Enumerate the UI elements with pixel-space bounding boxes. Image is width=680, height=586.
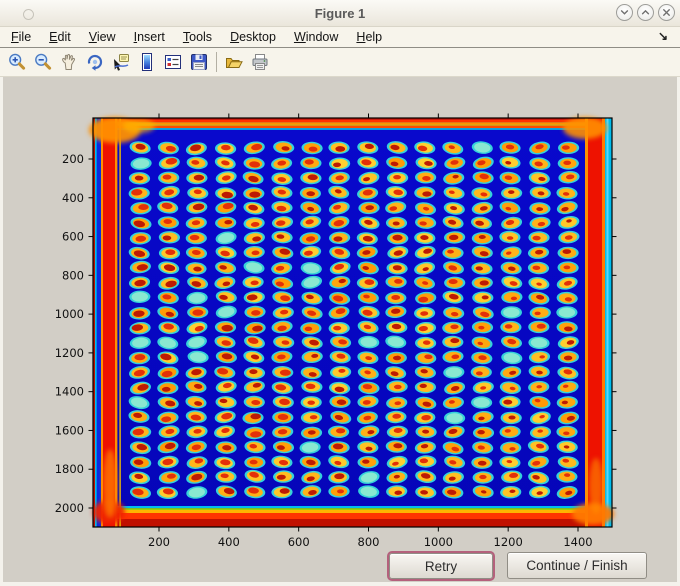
colorbar-icon <box>137 52 157 72</box>
y-axis-labels: 200 400 600 800 1000 1200 1400 1600 1800 2000 <box>55 152 84 515</box>
svg-text:600: 600 <box>288 535 310 549</box>
menu-view[interactable]: View <box>80 28 125 47</box>
svg-text:800: 800 <box>62 268 84 282</box>
continue-finish-button[interactable]: Continue / Finish <box>507 552 647 579</box>
svg-text:600: 600 <box>62 230 84 244</box>
x-axis-labels: 200 400 600 800 1000 1200 1400 <box>148 535 593 549</box>
print-button[interactable] <box>249 52 270 73</box>
svg-text:200: 200 <box>62 152 84 166</box>
shade-button[interactable] <box>616 4 633 21</box>
svg-text:200: 200 <box>148 535 170 549</box>
window-title: Figure 1 <box>314 5 366 21</box>
titlebar[interactable]: Figure 1 <box>0 0 680 27</box>
legend-button[interactable] <box>162 52 183 73</box>
window-icon <box>23 9 34 20</box>
colorbar-button[interactable] <box>136 52 157 73</box>
zoom-in-icon <box>7 52 27 72</box>
svg-text:1000: 1000 <box>424 535 453 549</box>
menu-insert[interactable]: Insert <box>125 28 174 47</box>
open-folder-icon <box>224 52 244 72</box>
save-button[interactable] <box>188 52 209 73</box>
legend-icon <box>163 52 183 72</box>
svg-text:1200: 1200 <box>494 535 523 549</box>
zoom-out-icon <box>33 52 53 72</box>
data-cursor-button[interactable] <box>110 52 131 73</box>
menu-file[interactable]: File <box>2 28 40 47</box>
zoom-in-button[interactable] <box>6 52 27 73</box>
svg-text:800: 800 <box>358 535 380 549</box>
dock-figure-icon[interactable]: ↘ <box>658 29 668 43</box>
retry-button[interactable]: Retry <box>387 551 495 581</box>
svg-text:1600: 1600 <box>55 423 84 437</box>
data-cursor-icon <box>111 52 131 72</box>
close-icon <box>663 9 670 16</box>
svg-text:400: 400 <box>62 191 84 205</box>
toolbar <box>0 48 680 77</box>
window-border-left <box>0 26 3 586</box>
pan-icon <box>59 52 79 72</box>
chevron-up-icon <box>641 9 650 15</box>
menu-desktop[interactable]: Desktop <box>221 28 285 47</box>
pan-button[interactable] <box>58 52 79 73</box>
menu-help[interactable]: Help <box>347 28 391 47</box>
heatmap-image <box>89 117 614 527</box>
menubar: File Edit View Insert Tools Desktop Window Help… <box>0 27 680 48</box>
svg-text:400: 400 <box>218 535 240 549</box>
maximize-button[interactable] <box>637 4 654 21</box>
svg-text:1000: 1000 <box>55 307 84 321</box>
rotate-3d-button[interactable] <box>84 52 105 73</box>
window-controls <box>616 4 675 21</box>
svg-text:1800: 1800 <box>55 462 84 476</box>
window-border-bottom <box>0 582 680 586</box>
zoom-out-button[interactable] <box>32 52 53 73</box>
open-folder-button[interactable] <box>223 52 244 73</box>
print-icon <box>250 52 270 72</box>
svg-text:1200: 1200 <box>55 346 84 360</box>
chevron-down-icon <box>620 10 629 15</box>
svg-text:2000: 2000 <box>55 501 84 515</box>
plot-axes[interactable]: 200 400 600 800 1000 1200 1400 200 400 600 800 1000… <box>55 113 617 549</box>
menu-tools[interactable]: Tools <box>174 28 221 47</box>
svg-text:1400: 1400 <box>55 385 84 399</box>
menu-window[interactable]: Window <box>285 28 347 47</box>
svg-text:1400: 1400 <box>563 535 592 549</box>
rotate-3d-icon <box>85 52 105 72</box>
toolbar-separator <box>216 52 217 72</box>
close-button[interactable] <box>658 4 675 21</box>
menu-edit[interactable]: Edit <box>40 28 80 47</box>
save-icon <box>189 52 209 72</box>
